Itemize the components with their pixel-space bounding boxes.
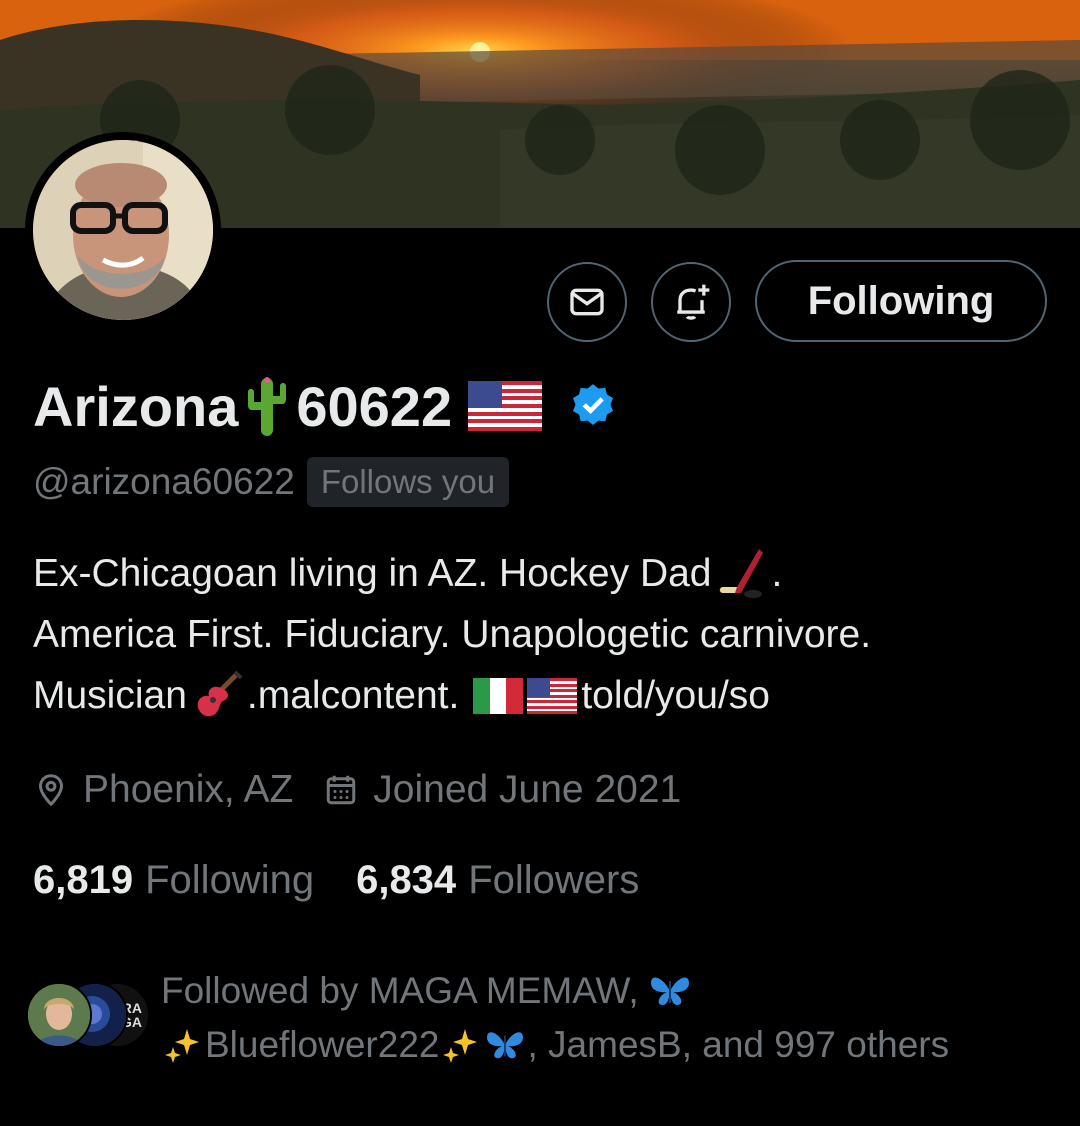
avatar-photo [33,140,213,320]
profile-bio: Ex-Chicagoan living in AZ. Hockey Dad . … [33,543,1063,726]
bio-line-3-mid: .malcontent. [246,674,460,717]
map-pin-icon [38,774,64,807]
joined-text: Joined June 2021 [373,768,682,811]
calendar-icon [327,775,356,805]
butterfly-emoji-icon [649,973,691,1009]
following-button[interactable]: Following [755,260,1047,342]
followed-by-line-2-name: Blueflower222 [205,1024,440,1065]
handle-row: @arizona60622 Follows you [33,454,510,510]
hockey-emoji-icon [715,547,767,601]
verified-badge-icon[interactable] [568,381,618,431]
notify-button[interactable] [651,262,731,342]
message-button[interactable] [547,262,627,342]
us-flag-emoji-icon [468,381,543,431]
profile-meta: Phoenix, AZ Joined June 2021 [33,762,711,818]
us-flag-small-emoji-icon [527,677,578,714]
user-handle: @arizona60622 [33,461,295,502]
display-name: Arizona 60622 [33,368,622,444]
followed-by-line-1: Followed by MAGA MEMAW, [161,970,639,1011]
bio-line-1-end: . [771,552,783,595]
italy-flag-emoji-icon [473,677,524,714]
guitar-emoji-icon [191,670,243,722]
followed-by-section[interactable]: RA GA Followed by MAGA MEMAW, Blueflower… [26,962,1076,1072]
followed-by-avatars: RA GA [26,982,150,1048]
cactus-emoji-icon [242,374,292,438]
followers-stat-link[interactable]: 6,834 Followers [356,858,639,903]
display-name-part1: Arizona [33,374,239,438]
butterfly-emoji-icon-2 [485,1028,525,1062]
follow-stats: 6,819 Following 6,834 Followers [33,852,681,908]
following-count: 6,819 [33,857,134,902]
location-text: Phoenix, AZ [83,768,294,811]
following-stat-link[interactable]: 6,819 Following [33,858,314,903]
followers-label: Followers [468,857,640,902]
bio-line-3-end: told/you/so [581,674,770,717]
follows-you-badge: Follows you [306,457,510,507]
followed-by-text: Followed by MAGA MEMAW, Blueflower222 , … [161,964,1061,1072]
bio-line-1: Ex-Chicagoan living in AZ. Hockey Dad [33,552,712,595]
follower-avatar-1 [26,982,92,1048]
display-name-part2: 60622 [296,374,453,438]
sparkles-emoji-icon-1 [163,1025,203,1065]
bio-line-2: America First. Fiduciary. Unapologetic c… [33,613,872,656]
following-button-label: Following [807,278,995,323]
bell-plus-icon [677,284,710,320]
followers-count: 6,834 [356,857,457,902]
sparkles-emoji-icon-2 [441,1025,481,1065]
joined-item: Joined June 2021 [323,768,681,812]
followed-by-line-2-rest: , JamesB, and 997 others [527,1024,950,1065]
following-label: Following [145,857,315,902]
location-item: Phoenix, AZ [33,768,293,812]
bio-line-3-start: Musician [33,674,187,717]
envelope-icon [570,288,604,316]
profile-avatar[interactable] [25,132,221,328]
